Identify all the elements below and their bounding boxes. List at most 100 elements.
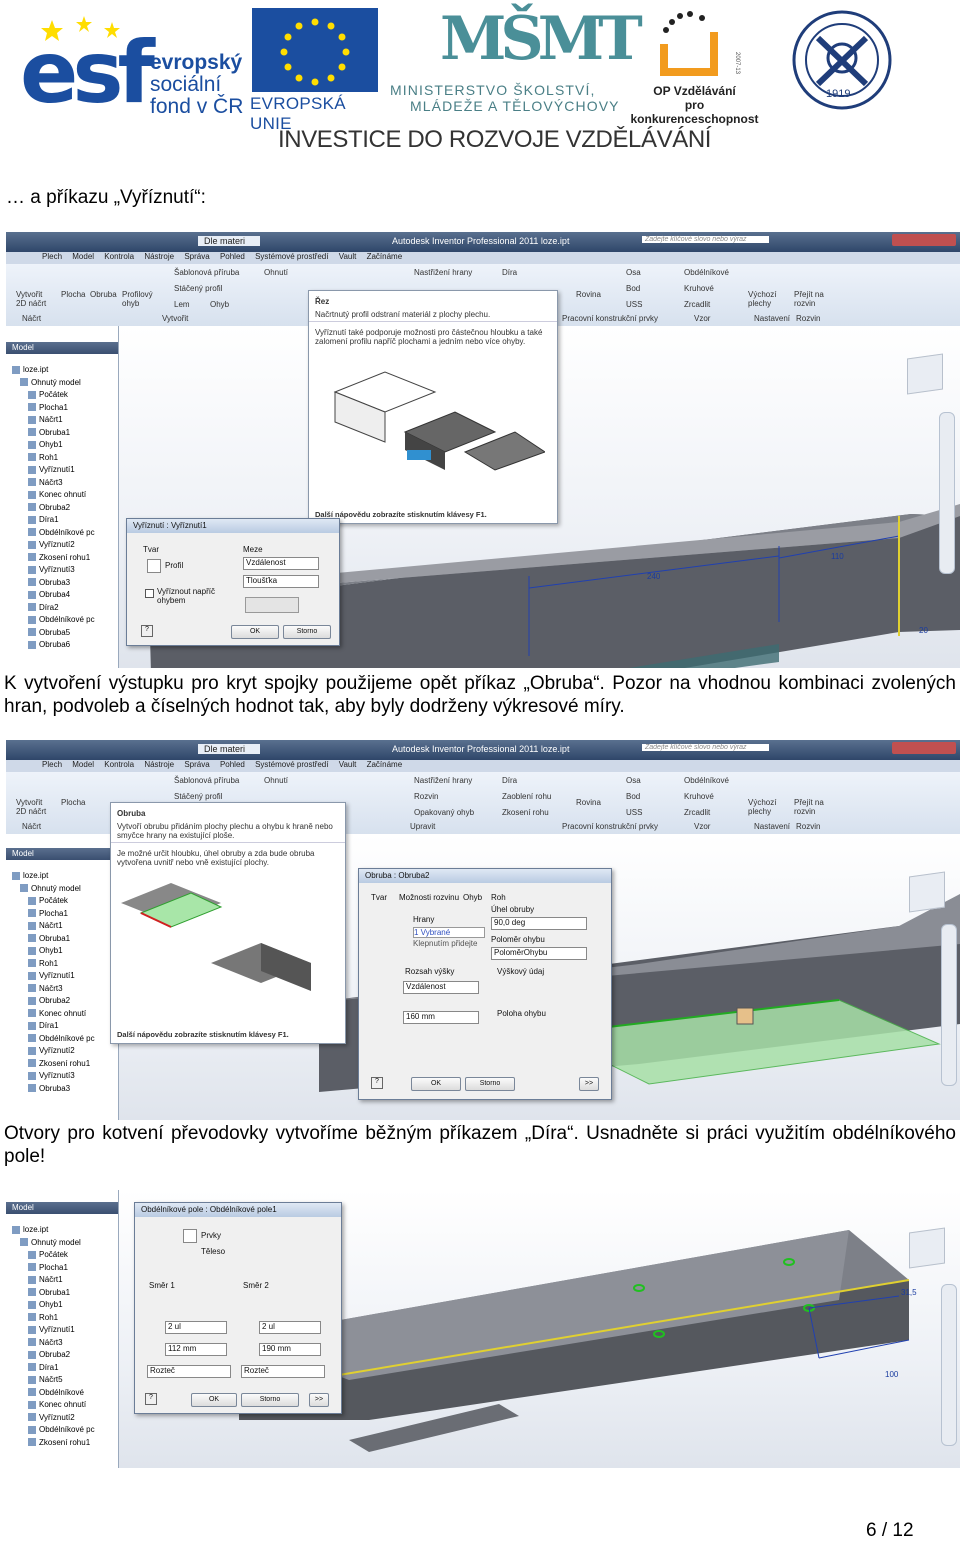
tree-item[interactable]: Náčrt5 bbox=[12, 1374, 118, 1387]
tree-item[interactable]: Ohnutý model bbox=[12, 377, 118, 390]
tool-staceny[interactable]: Stáčený profil bbox=[174, 284, 222, 293]
tree-item[interactable]: Plocha1 bbox=[12, 1262, 118, 1275]
tree-item[interactable]: Náčrt3 bbox=[12, 983, 118, 996]
tree-item[interactable]: Obruba3 bbox=[12, 577, 118, 590]
ok-button[interactable]: OK bbox=[411, 1077, 461, 1091]
tree-item[interactable]: Vyříznutí2 bbox=[12, 1045, 118, 1058]
tool-osa[interactable]: Osa bbox=[626, 268, 641, 277]
tool-rozvin-cmd[interactable]: Rozvin bbox=[414, 792, 438, 801]
edges-selected[interactable]: 1 Vybrané bbox=[413, 927, 485, 938]
tool-ohnuti[interactable]: Ohnutí bbox=[264, 776, 288, 785]
tool-dira[interactable]: Díra bbox=[502, 776, 517, 785]
tree-item[interactable]: Díra1 bbox=[12, 1362, 118, 1375]
tree-item[interactable]: Vyříznutí1 bbox=[12, 1324, 118, 1337]
tab-pohled[interactable]: Pohled bbox=[220, 760, 245, 769]
tree-item[interactable]: Plocha1 bbox=[12, 908, 118, 921]
tool-zkoseni[interactable]: Zkosení rohu bbox=[502, 808, 549, 817]
tree-item[interactable]: Obruba6 bbox=[12, 639, 118, 652]
tool-dira[interactable]: Díra bbox=[502, 268, 517, 277]
tree-item[interactable]: Vyříznutí2 bbox=[12, 1412, 118, 1425]
dimension-20[interactable]: 20 bbox=[919, 626, 928, 635]
tree-item[interactable]: loze.ipt bbox=[12, 1224, 118, 1237]
tool-sablonova[interactable]: Šablonová příruba bbox=[174, 268, 239, 277]
tab-tvar[interactable]: Tvar bbox=[371, 893, 387, 902]
tool-uss[interactable]: USS bbox=[626, 808, 642, 817]
ok-button[interactable]: OK bbox=[231, 625, 279, 639]
navigation-bar[interactable] bbox=[941, 924, 957, 1086]
tab-plech[interactable]: Plech bbox=[42, 760, 62, 769]
cancel-button[interactable]: Storno bbox=[241, 1393, 299, 1407]
tree-item[interactable]: Obruba2 bbox=[12, 502, 118, 515]
tool-kruhove[interactable]: Kruhové bbox=[684, 284, 714, 293]
tree-item[interactable]: Roh1 bbox=[12, 1312, 118, 1325]
tool-obdelnikove[interactable]: Obdélníkové bbox=[684, 776, 729, 785]
tree-item[interactable]: loze.ipt bbox=[12, 364, 118, 377]
dimension-31-5[interactable]: 31,5 bbox=[901, 1288, 917, 1297]
tool-zaobleni[interactable]: Zaoblení rohu bbox=[502, 792, 551, 801]
tab-vault[interactable]: Vault bbox=[339, 252, 357, 261]
dimension-100[interactable]: 100 bbox=[885, 1370, 898, 1379]
tree-item[interactable]: Obruba5 bbox=[12, 627, 118, 640]
tool-rozvin[interactable]: Přejít na rozvin bbox=[794, 798, 828, 816]
viewcube-icon[interactable] bbox=[909, 1227, 945, 1269]
tree-item[interactable]: Díra2 bbox=[12, 602, 118, 615]
radius-input[interactable]: PoloměrOhybu bbox=[491, 947, 587, 960]
navigation-bar[interactable] bbox=[941, 1284, 957, 1446]
tool-profilovy[interactable]: Profilový ohyb bbox=[122, 290, 153, 308]
tool-sablonova[interactable]: Šablonová příruba bbox=[174, 776, 239, 785]
features-button[interactable] bbox=[183, 1229, 197, 1243]
tab-kontrola[interactable]: Kontrola bbox=[104, 760, 134, 769]
tool-bod[interactable]: Bod bbox=[626, 792, 640, 801]
direction-buttons[interactable] bbox=[245, 597, 299, 613]
tab-model[interactable]: Model bbox=[72, 760, 94, 769]
tab-pohled[interactable]: Pohled bbox=[220, 252, 245, 261]
tree-item[interactable]: Vyříznutí3 bbox=[12, 564, 118, 577]
tool-zrcadlit[interactable]: Zrcadlit bbox=[684, 300, 710, 309]
tab-prostredi[interactable]: Systémové prostředí bbox=[255, 760, 328, 769]
thickness-input[interactable]: Tloušťka bbox=[243, 575, 319, 588]
more-button[interactable]: >> bbox=[579, 1077, 599, 1091]
tree-item[interactable]: Konec ohnutí bbox=[12, 1008, 118, 1021]
tree-item[interactable]: Obdélníkové pc bbox=[12, 1424, 118, 1437]
material-select[interactable]: Dle materi bbox=[198, 744, 260, 754]
tab-zaciname[interactable]: Začínáme bbox=[367, 760, 403, 769]
tree-item[interactable]: Díra1 bbox=[12, 1020, 118, 1033]
tree-item[interactable]: Konec ohnutí bbox=[12, 1399, 118, 1412]
window-controls[interactable] bbox=[892, 742, 956, 754]
tree-item[interactable]: Obruba1 bbox=[12, 1287, 118, 1300]
tree-item[interactable]: Vyříznutí1 bbox=[12, 970, 118, 983]
tool-vychozi[interactable]: Výchozí plechy bbox=[748, 798, 782, 816]
tree-item[interactable]: Ohyb1 bbox=[12, 1299, 118, 1312]
tree-item[interactable]: Vyříznutí3 bbox=[12, 1070, 118, 1083]
more-button[interactable]: >> bbox=[309, 1393, 329, 1407]
search-input[interactable]: Zadejte klíčové slovo nebo výraz bbox=[642, 236, 769, 243]
tree-item[interactable]: Ohnutý model bbox=[12, 883, 118, 896]
tree-item[interactable]: Ohyb1 bbox=[12, 945, 118, 958]
tree-item[interactable]: Roh1 bbox=[12, 958, 118, 971]
tab-vault[interactable]: Vault bbox=[339, 760, 357, 769]
tree-item[interactable]: Ohyb1 bbox=[12, 439, 118, 452]
tree-item[interactable]: Počátek bbox=[12, 895, 118, 908]
tree-item[interactable]: Náčrt1 bbox=[12, 920, 118, 933]
tree-item[interactable]: Obruba3 bbox=[12, 1083, 118, 1096]
spacing2-input[interactable]: 190 mm bbox=[259, 1343, 321, 1356]
tree-item[interactable]: Obdélníkové pc bbox=[12, 527, 118, 540]
tab-plech[interactable]: Plech bbox=[42, 252, 62, 261]
tree-item[interactable]: Obruba1 bbox=[12, 933, 118, 946]
height-extent-select[interactable]: Vzdálenost bbox=[403, 981, 479, 994]
tree-item[interactable]: Zkosení rohu1 bbox=[12, 1058, 118, 1071]
tool-ohnuti[interactable]: Ohnutí bbox=[264, 268, 288, 277]
spacing1-input[interactable]: 112 mm bbox=[165, 1343, 227, 1356]
spacing1-select[interactable]: Rozteč bbox=[147, 1365, 231, 1378]
tab-zaciname[interactable]: Začínáme bbox=[367, 252, 403, 261]
profile-button[interactable] bbox=[147, 559, 161, 573]
tool-sketch[interactable]: Vytvořit 2D náčrt bbox=[16, 798, 50, 816]
cross-bend-checkbox[interactable] bbox=[145, 589, 154, 598]
tool-obdelnikove[interactable]: Obdélníkové bbox=[684, 268, 729, 277]
tree-item[interactable]: loze.ipt bbox=[12, 870, 118, 883]
tab-nastroje[interactable]: Nástroje bbox=[144, 760, 174, 769]
tool-rovina[interactable]: Rovina bbox=[576, 798, 601, 807]
tree-item[interactable]: Obruba2 bbox=[12, 1349, 118, 1362]
tree-item[interactable]: Náčrt1 bbox=[12, 1274, 118, 1287]
tree-item[interactable]: Obdélníkové pc bbox=[12, 614, 118, 627]
